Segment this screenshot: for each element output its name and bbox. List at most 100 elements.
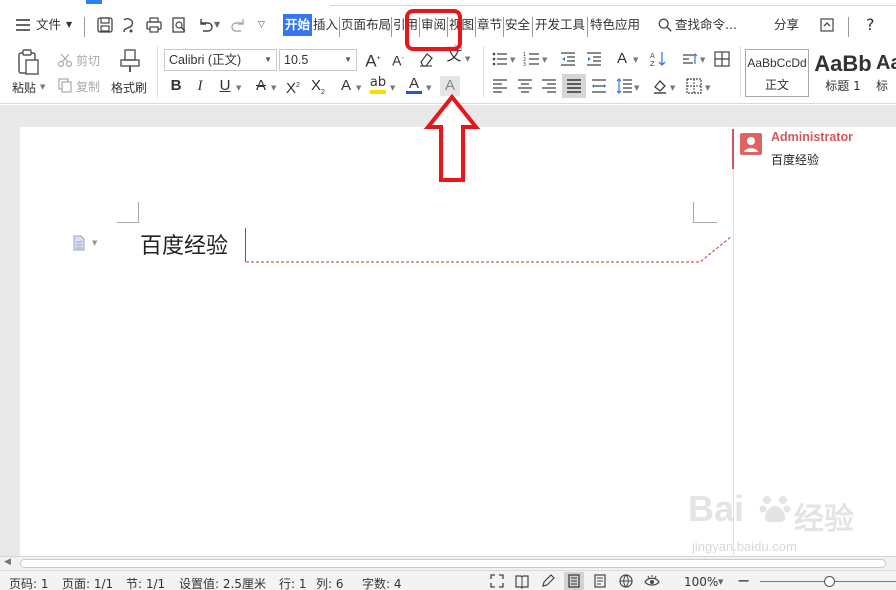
text-effect-icon[interactable]: A	[336, 76, 356, 96]
font-size-chevron-icon[interactable]: ▼	[344, 50, 352, 70]
status-setting-value[interactable]: 设置值: 2.5厘米	[179, 575, 266, 590]
chinese-layout-chevron-icon[interactable]: ▼	[633, 56, 638, 64]
scissors-icon[interactable]	[57, 52, 73, 68]
shading-chevron-icon[interactable]: ▼	[670, 84, 675, 92]
command-search[interactable]: 查找命令...	[675, 14, 737, 36]
eye-protection-icon[interactable]	[644, 573, 660, 589]
copy-icon[interactable]	[57, 77, 73, 93]
tab-developer-tools[interactable]: 开发工具	[535, 14, 585, 36]
export-pdf-icon[interactable]	[120, 16, 138, 34]
collapse-ribbon-icon[interactable]	[818, 16, 836, 34]
bold-icon[interactable]: B	[166, 76, 186, 96]
show-marks-chevron-icon[interactable]: ▼	[700, 56, 705, 64]
font-color-icon[interactable]: A	[404, 76, 424, 96]
table-layout-icon[interactable]	[712, 49, 732, 69]
status-section[interactable]: 节: 1/1	[126, 575, 165, 590]
save-icon[interactable]	[96, 16, 114, 34]
tab-security[interactable]: 安全	[505, 14, 530, 36]
style-normal[interactable]: AaBbCcDd 正文	[745, 49, 809, 97]
status-page-number[interactable]: 页码: 1	[9, 575, 49, 590]
tab-home[interactable]: 开始	[283, 14, 313, 36]
print-preview-icon[interactable]	[170, 16, 188, 34]
align-center-icon[interactable]	[515, 76, 535, 96]
zoom-out-icon[interactable]: −	[737, 571, 750, 590]
web-view-icon[interactable]	[618, 573, 634, 589]
line-spacing-icon[interactable]	[614, 76, 634, 96]
style-heading-1[interactable]: AaBb 标题 1	[811, 49, 875, 97]
document-paragraph-icon[interactable]	[72, 235, 86, 251]
decrease-indent-icon[interactable]	[558, 49, 578, 69]
undo-dropdown-chevron-icon[interactable]: ▼	[214, 14, 220, 36]
align-right-icon[interactable]	[539, 76, 559, 96]
page-view-icon[interactable]	[564, 572, 584, 590]
highlight-chevron-icon[interactable]: ▼	[390, 84, 395, 92]
strikethrough-chevron-icon[interactable]: ▼	[271, 84, 276, 92]
align-left-icon[interactable]	[490, 76, 510, 96]
superscript-icon[interactable]: X2	[283, 76, 303, 97]
status-pages[interactable]: 页面: 1/1	[62, 575, 113, 590]
borders-icon[interactable]	[684, 76, 704, 96]
subscript-icon[interactable]: X2	[308, 76, 328, 96]
tab-special-apps[interactable]: 特色应用	[590, 14, 640, 36]
character-border-icon[interactable]: A	[440, 76, 460, 96]
numbering-chevron-icon[interactable]: ▼	[542, 56, 547, 64]
customize-toolbar-chevron-icon[interactable]: ▽	[258, 14, 265, 36]
cut-button[interactable]: 剪切	[76, 52, 100, 69]
status-row[interactable]: 行: 1	[279, 575, 307, 590]
print-icon[interactable]	[145, 16, 163, 34]
strikethrough-icon[interactable]: A	[251, 76, 271, 96]
show-hide-marks-icon[interactable]	[680, 49, 700, 69]
document-body-text[interactable]: 百度经验	[140, 228, 228, 260]
hamburger-menu-icon[interactable]	[14, 16, 32, 34]
shading-icon[interactable]	[650, 76, 670, 96]
status-word-count[interactable]: 字数: 4	[362, 575, 402, 590]
chinese-layout-icon[interactable]: A	[612, 49, 632, 69]
file-menu-chevron-down-icon[interactable]: ▼	[66, 14, 72, 36]
highlight-color-icon[interactable]: ab	[368, 76, 388, 96]
copy-button[interactable]: 复制	[76, 78, 100, 95]
decrease-font-size-icon[interactable]: A-	[388, 49, 408, 69]
font-size-combo[interactable]: 10.5 ▼	[279, 49, 357, 71]
zoom-slider-handle[interactable]	[824, 576, 835, 587]
bullet-list-icon[interactable]	[490, 49, 510, 69]
help-button[interactable]: ?	[866, 14, 875, 36]
file-menu[interactable]: 文件	[36, 14, 61, 36]
numbered-list-icon[interactable]: 123	[522, 49, 542, 69]
font-color-chevron-icon[interactable]: ▼	[426, 84, 431, 92]
underline-icon[interactable]: U	[215, 76, 235, 96]
redo-icon[interactable]	[230, 16, 248, 34]
search-icon[interactable]	[657, 17, 673, 33]
active-document-tab-indicator[interactable]	[86, 0, 102, 4]
line-spacing-chevron-icon[interactable]: ▼	[634, 84, 639, 92]
tab-page-layout[interactable]: 页面布局	[341, 14, 391, 36]
tab-insert[interactable]: 插入	[313, 14, 338, 36]
paste-button[interactable]: 粘贴	[12, 79, 36, 96]
zoom-level[interactable]: 100%	[684, 575, 718, 589]
undo-icon[interactable]	[196, 16, 214, 34]
borders-chevron-icon[interactable]: ▼	[705, 84, 710, 92]
paste-icon[interactable]	[14, 48, 42, 76]
outline-view-icon[interactable]	[592, 573, 608, 589]
edit-mode-icon[interactable]	[540, 573, 556, 589]
bullet-chevron-icon[interactable]: ▼	[510, 56, 515, 64]
sort-icon[interactable]: AZ	[648, 49, 668, 69]
font-name-combo[interactable]: Calibri (正文) ▼	[164, 49, 277, 71]
increase-font-size-icon[interactable]: A+	[363, 49, 383, 71]
tab-chapter[interactable]: 章节	[477, 14, 502, 36]
reading-mode-icon[interactable]	[514, 573, 530, 589]
text-effect-chevron-icon[interactable]: ▼	[356, 84, 361, 92]
font-name-chevron-icon[interactable]: ▼	[264, 50, 272, 70]
paste-dropdown-chevron-icon[interactable]: ▼	[40, 83, 45, 91]
scroll-left-arrow-icon[interactable]: ◀	[4, 557, 11, 567]
fullscreen-icon[interactable]	[489, 573, 505, 589]
format-painter-icon[interactable]	[118, 48, 142, 74]
format-painter-button[interactable]: 格式刷	[111, 79, 147, 96]
italic-icon[interactable]: I	[190, 76, 210, 96]
underline-chevron-icon[interactable]: ▼	[236, 84, 241, 92]
clear-formatting-icon[interactable]	[416, 49, 436, 69]
zoom-chevron-icon[interactable]: ▼	[718, 578, 723, 586]
increase-indent-icon[interactable]	[584, 49, 604, 69]
justify-icon[interactable]	[562, 74, 586, 98]
status-column[interactable]: 列: 6	[316, 575, 344, 590]
paragraph-chevron-icon[interactable]: ▼	[92, 239, 97, 247]
